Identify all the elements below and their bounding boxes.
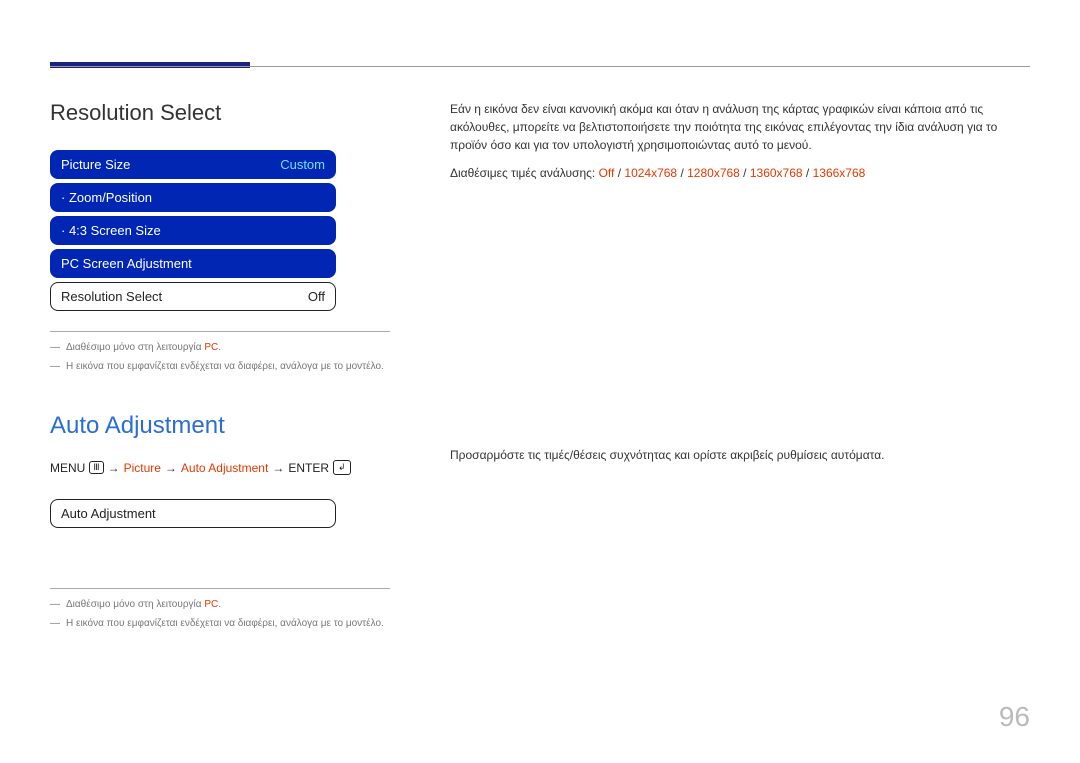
- footnote: ― Η εικόνα που εμφανίζεται ενδέχεται να …: [50, 361, 390, 372]
- menu-row-43-screen-size: · 4:3 Screen Size: [50, 216, 336, 245]
- header-accent-bar: [50, 62, 250, 68]
- menu-label: · 4:3 Screen Size: [61, 223, 161, 238]
- arrow-icon: →: [165, 461, 177, 475]
- osd-menu-resolution: Picture Size Custom · Zoom/Position · 4:…: [50, 150, 336, 311]
- res-value: Off: [599, 166, 615, 180]
- resolution-values-line: Διαθέσιμες τιμές ανάλυσης: Off / 1024x76…: [450, 164, 1030, 182]
- menu-value: Off: [308, 289, 325, 304]
- nav-path: MENU Ⅲ → Picture → Auto Adjustment → ENT…: [50, 460, 390, 475]
- nav-picture: Picture: [124, 461, 161, 475]
- section-title: Auto Adjustment: [50, 412, 390, 440]
- nav-auto-adjustment: Auto Adjustment: [181, 461, 268, 475]
- sep: /: [803, 166, 813, 180]
- section-resolution-select: Resolution Select Picture Size Custom · …: [50, 100, 390, 372]
- footnote-suffix: .: [218, 599, 221, 610]
- res-value: 1366x768: [813, 166, 866, 180]
- res-value: 1024x768: [624, 166, 677, 180]
- section-auto-adjustment: Auto Adjustment MENU Ⅲ → Picture → Auto …: [50, 412, 390, 629]
- section-title: Resolution Select: [50, 100, 390, 126]
- body-paragraph: Εάν η εικόνα δεν είναι κανονική ακόμα κα…: [450, 100, 1030, 154]
- res-value: 1280x768: [687, 166, 740, 180]
- menu-row-resolution-select: Resolution Select Off: [50, 282, 336, 311]
- menu-row-zoom-position: · Zoom/Position: [50, 183, 336, 212]
- arrow-icon: →: [272, 461, 284, 475]
- nav-menu-label: MENU: [50, 461, 85, 475]
- sep: /: [677, 166, 687, 180]
- dash-icon: ―: [50, 599, 60, 610]
- footnote-red: PC: [204, 342, 218, 353]
- enter-icon: ↲: [333, 460, 351, 475]
- footnote-text: Διαθέσιμο μόνο στη λειτουργία: [66, 342, 204, 353]
- footnotes-block-2: ― Διαθέσιμο μόνο στη λειτουργία PC. ― Η …: [50, 588, 390, 629]
- dash-icon: ―: [50, 618, 60, 629]
- menu-label: Picture Size: [61, 157, 130, 172]
- nav-enter-label: ENTER: [288, 461, 329, 475]
- sep: /: [614, 166, 624, 180]
- footnote-text: Η εικόνα που εμφανίζεται ενδέχεται να δι…: [66, 361, 384, 372]
- menu-row-auto-adjustment: Auto Adjustment: [50, 499, 336, 528]
- footnote-text: Διαθέσιμο μόνο στη λειτουργία: [66, 599, 204, 610]
- footnote-text: Η εικόνα που εμφανίζεται ενδέχεται να δι…: [66, 618, 384, 629]
- menu-row-pc-screen-adjustment: PC Screen Adjustment: [50, 249, 336, 278]
- footnote-suffix: .: [218, 342, 221, 353]
- page-number: 96: [999, 701, 1030, 733]
- sep: /: [740, 166, 750, 180]
- menu-value: Custom: [280, 157, 325, 172]
- dash-icon: ―: [50, 342, 60, 353]
- menu-label: · Zoom/Position: [61, 190, 152, 205]
- footnote-red: PC: [204, 599, 218, 610]
- menu-row-picture-size: Picture Size Custom: [50, 150, 336, 179]
- res-value: 1360x768: [750, 166, 803, 180]
- osd-menu-auto-adjustment: Auto Adjustment: [50, 499, 336, 528]
- menu-label: Resolution Select: [61, 289, 162, 304]
- menu-label: PC Screen Adjustment: [61, 256, 192, 271]
- dash-icon: ―: [50, 361, 60, 372]
- menu-label: Auto Adjustment: [61, 506, 156, 521]
- body-paragraph: Προσαρμόστε τις τιμές/θέσεις συχνότητας …: [450, 446, 1030, 464]
- footnote: ― Διαθέσιμο μόνο στη λειτουργία PC.: [50, 342, 390, 353]
- footnote: ― Η εικόνα που εμφανίζεται ενδέχεται να …: [50, 618, 390, 629]
- res-label: Διαθέσιμες τιμές ανάλυσης:: [450, 166, 599, 180]
- arrow-icon: →: [108, 461, 120, 475]
- header-rule: [50, 66, 1030, 67]
- footnotes-block-1: ― Διαθέσιμο μόνο στη λειτουργία PC. ― Η …: [50, 331, 390, 372]
- footnote: ― Διαθέσιμο μόνο στη λειτουργία PC.: [50, 599, 390, 610]
- menu-icon: Ⅲ: [89, 461, 103, 474]
